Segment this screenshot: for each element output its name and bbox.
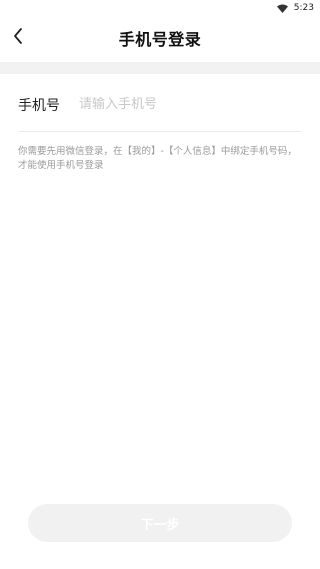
chevron-left-icon [12,27,24,49]
phone-label: 手机号 [18,97,60,114]
status-bar: 5:23 [0,0,320,16]
back-button[interactable] [6,22,30,54]
hint-text: 你需要先用微信登录，在【我的】-【个人信息】中绑定手机号码，才能使用手机号登录 [18,146,297,171]
next-button-label: 下一步 [140,517,180,533]
phone-input[interactable] [79,97,279,112]
wifi-icon [276,4,288,13]
page-title: 手机号登录 [118,30,202,49]
phone-row: 手机号 [18,78,302,132]
section-divider [0,62,320,74]
next-button[interactable]: 下一步 [28,504,292,542]
status-time: 5:23 [293,3,314,13]
nav-bar: 手机号登录 [0,16,320,60]
